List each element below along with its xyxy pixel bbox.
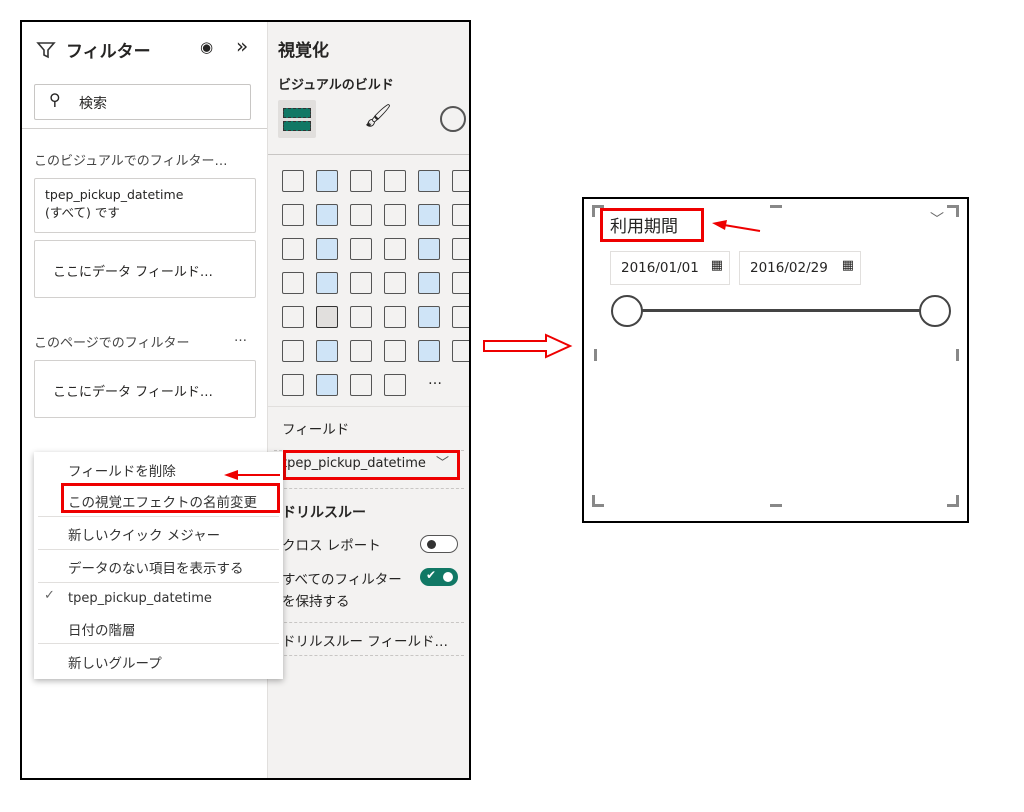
clustered-bar-icon[interactable] — [350, 170, 372, 192]
calendar-icon[interactable]: ▦ — [842, 258, 854, 273]
filter-field-value: (すべて) です — [45, 205, 120, 220]
highlight-field-box — [283, 450, 460, 480]
waterfall-icon[interactable] — [282, 238, 304, 260]
r-visual-icon[interactable] — [418, 306, 440, 328]
table-icon[interactable] — [350, 306, 372, 328]
filled-map-icon[interactable] — [316, 272, 338, 294]
map-icon[interactable] — [282, 272, 304, 294]
page-filters-heading: このページでのフィルター — [34, 336, 190, 351]
filter-icon — [36, 42, 56, 59]
100-bar-icon[interactable] — [418, 170, 440, 192]
paginated-icon[interactable] — [452, 340, 469, 362]
red-arrow-icon — [224, 470, 280, 480]
scatter-icon[interactable] — [350, 238, 372, 260]
stacked-column-icon[interactable] — [316, 170, 338, 192]
more-options-button[interactable]: … — [234, 330, 247, 345]
collapse-icon[interactable]: » — [236, 34, 248, 58]
divider — [22, 128, 267, 129]
treemap-icon[interactable] — [452, 238, 469, 260]
viz-title: 視覚化 — [278, 41, 329, 61]
menu-item-show-no-data[interactable]: データのない項目を表示する — [34, 551, 283, 581]
multi-row-card-icon[interactable] — [452, 272, 469, 294]
keep-filters-label: すべてのフィルター — [282, 572, 402, 588]
date-slicer-visual[interactable]: 利用期間 ﹀ 2016/01/01 ▦ 2016/02/29 ▦ — [582, 197, 969, 523]
slider-track — [626, 309, 936, 312]
power-automate-flow-icon[interactable] — [384, 374, 406, 396]
kpi-icon[interactable] — [282, 306, 304, 328]
visual-drop-zone[interactable]: ここにデータ フィールド… — [34, 240, 256, 298]
menu-item-new-group[interactable]: 新しいグループ — [34, 646, 283, 676]
search-input[interactable]: ⚲ 検索 — [34, 84, 251, 120]
chevron-down-icon[interactable]: ﹀ — [930, 209, 944, 229]
divider — [268, 154, 469, 155]
menu-item-date-hierarchy[interactable]: 日付の階層 — [34, 613, 283, 643]
drillthrough-drop-zone[interactable]: ドリルスルー フィールド… — [282, 630, 448, 650]
highlight-rename-box — [61, 483, 280, 513]
menu-item-datetime[interactable]: tpep_pickup_datetime — [34, 585, 283, 615]
filter-field-name: tpep_pickup_datetime — [45, 187, 184, 202]
eye-icon[interactable]: ◉ — [200, 38, 213, 56]
build-visual-label: ビジュアルのビルド — [278, 78, 394, 93]
visualizations-pane: 視覚化 ビジュアルのビルド 🖌 … フィールド tpep_pickup_date… — [267, 22, 469, 778]
filter-card-tpep[interactable]: tpep_pickup_datetime (すべて) です — [34, 178, 256, 233]
goals-icon[interactable] — [418, 340, 440, 362]
cross-report-label: クロス レポート — [282, 538, 381, 554]
power-apps-icon[interactable] — [350, 374, 372, 396]
python-visual-icon[interactable] — [452, 306, 469, 328]
red-arrow-icon — [712, 220, 761, 232]
end-date-input[interactable]: 2016/02/29 ▦ — [739, 251, 861, 285]
funnel-icon[interactable] — [316, 238, 338, 260]
key-influencers-icon[interactable] — [282, 340, 304, 362]
drop-zone-label: ここにデータ フィールド… — [53, 385, 213, 400]
power-automate-icon[interactable] — [316, 374, 338, 396]
drop-zone-label: ここにデータ フィールド… — [53, 265, 213, 280]
right-arrow-icon — [483, 333, 573, 359]
100-column-icon[interactable] — [452, 170, 469, 192]
clustered-column-icon[interactable] — [384, 170, 406, 192]
cross-report-toggle[interactable] — [420, 535, 458, 553]
slicer-icon[interactable] — [316, 306, 338, 328]
line-column-icon[interactable] — [384, 204, 406, 226]
divider — [268, 406, 469, 407]
analytics-icon[interactable] — [440, 106, 466, 132]
fields-label: フィールド — [282, 422, 350, 438]
end-date-value: 2016/02/29 — [750, 260, 828, 276]
donut-icon[interactable] — [418, 238, 440, 260]
pie-icon[interactable] — [384, 238, 406, 260]
smart-narrative-icon[interactable] — [384, 340, 406, 362]
page-drop-zone[interactable]: ここにデータ フィールド… — [34, 360, 256, 418]
format-visual-icon[interactable]: 🖌 — [364, 104, 392, 129]
search-placeholder: 検索 — [79, 96, 107, 112]
filters-title: フィルター — [66, 42, 151, 62]
highlight-title-box — [600, 208, 704, 242]
calendar-icon[interactable]: ▦ — [711, 258, 723, 273]
more-visuals-button[interactable]: … — [428, 372, 442, 388]
area-icon[interactable] — [316, 204, 338, 226]
ribbon-icon[interactable] — [452, 204, 469, 226]
stacked-area-icon[interactable] — [350, 204, 372, 226]
drillthrough-heading: ドリルスルー — [282, 505, 366, 521]
line-clustered-column-icon[interactable] — [418, 204, 440, 226]
qna-icon[interactable] — [350, 340, 372, 362]
build-visual-tab[interactable] — [278, 100, 316, 138]
keep-filters-label-2: を保持する — [282, 594, 350, 610]
keep-filters-toggle[interactable]: ✔ — [420, 568, 458, 586]
search-icon: ⚲ — [49, 90, 61, 109]
stacked-bar-icon[interactable] — [282, 170, 304, 192]
decomposition-tree-icon[interactable] — [316, 340, 338, 362]
gauge-icon[interactable] — [384, 272, 406, 294]
line-icon[interactable] — [282, 204, 304, 226]
slider-end-handle[interactable] — [919, 295, 951, 327]
start-date-input[interactable]: 2016/01/01 ▦ — [610, 251, 730, 285]
menu-item-quick-measure[interactable]: 新しいクイック メジャー — [34, 518, 283, 548]
start-date-value: 2016/01/01 — [621, 260, 699, 276]
visual-filters-heading: このビジュアルでのフィルター… — [34, 154, 228, 169]
azure-map-icon[interactable] — [350, 272, 372, 294]
metrics-icon[interactable] — [282, 374, 304, 396]
card-icon[interactable] — [418, 272, 440, 294]
slider-start-handle[interactable] — [611, 295, 643, 327]
matrix-icon[interactable] — [384, 306, 406, 328]
